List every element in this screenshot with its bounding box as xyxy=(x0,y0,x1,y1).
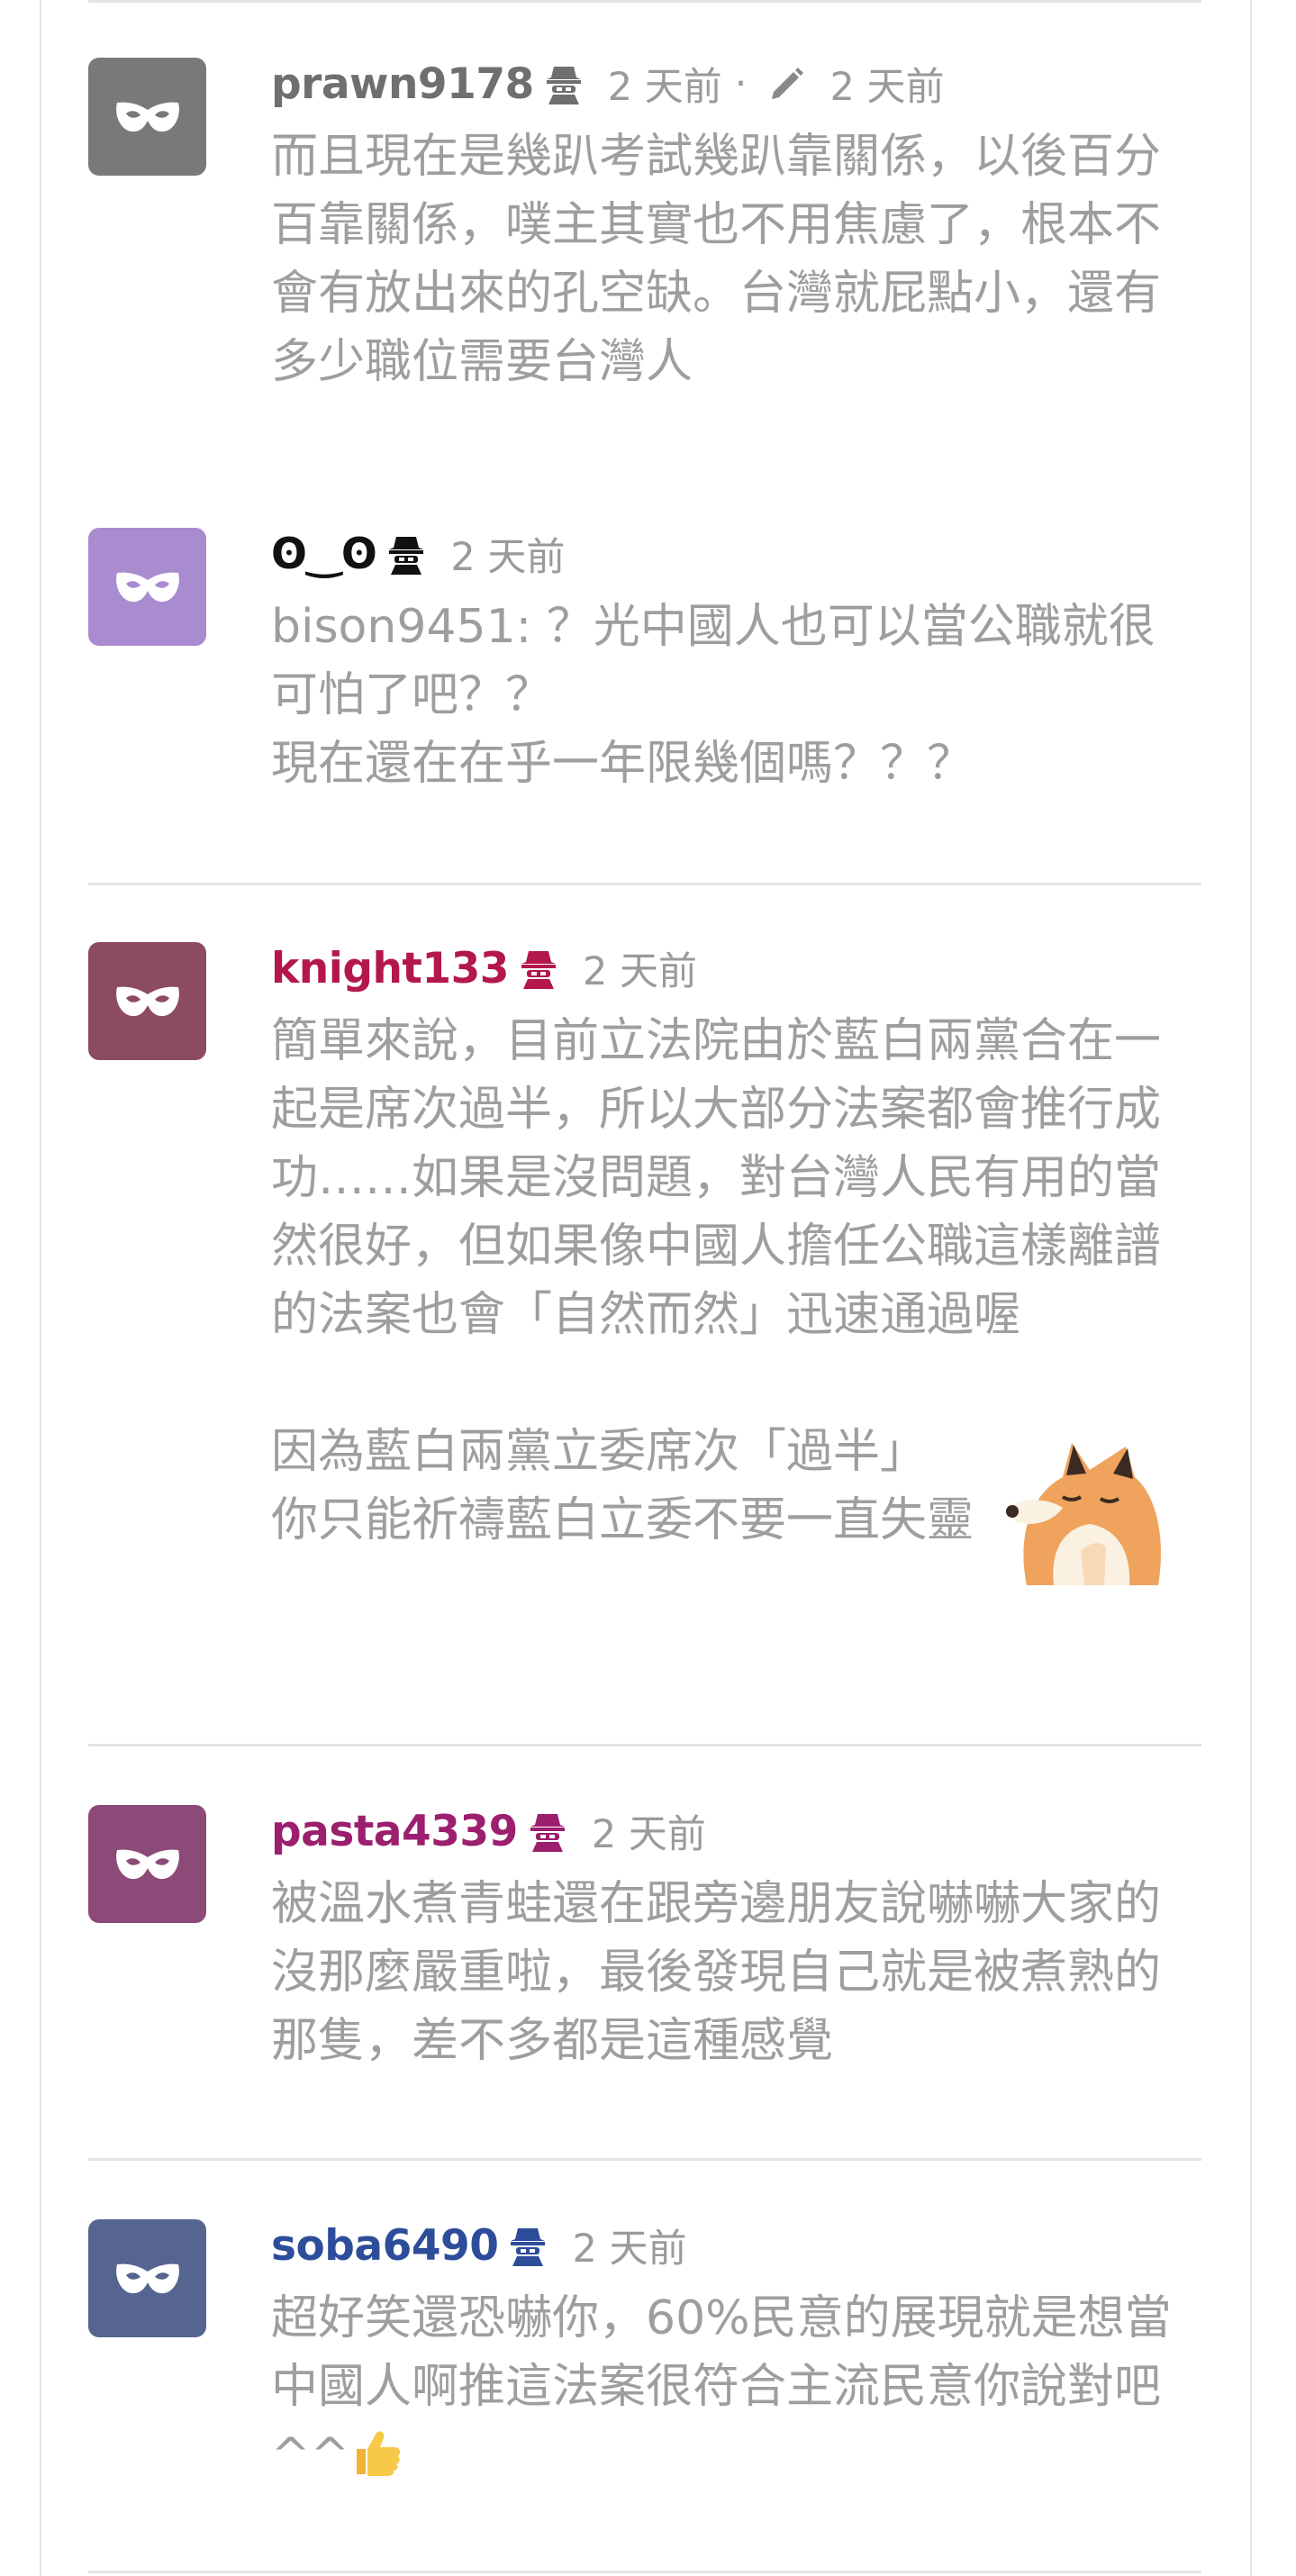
anonymous-hat-icon xyxy=(509,2225,547,2266)
timestamp: 2 天前 xyxy=(572,2227,687,2272)
comment-content: soba6490 2 天前 超好笑還恐嚇你，60%民意的展現就是想當中國人啊推這… xyxy=(271,2219,1199,2490)
mask-icon xyxy=(115,102,179,132)
username[interactable]: soba6490 xyxy=(271,2221,499,2271)
fox-sticker xyxy=(1000,1434,1169,1585)
divider xyxy=(88,883,1201,885)
comment-meta: soba6490 2 天前 xyxy=(271,2219,1199,2272)
comment-text-wrapper: 超好笑還恐嚇你，60%民意的展現就是想當中國人啊推這法案很符合主流民意你說對吧^… xyxy=(271,2284,1190,2490)
meta-separator: · xyxy=(734,61,748,106)
username[interactable]: prawn9178 xyxy=(271,59,534,109)
mask-icon xyxy=(115,1849,179,1879)
comment-meta: pasta4339 2 天前 xyxy=(271,1805,1199,1858)
avatar[interactable] xyxy=(88,1805,206,1923)
comment-meta: knight133 2 天前 xyxy=(271,942,1199,995)
username[interactable]: ʘ‿ʘ xyxy=(271,530,377,579)
username[interactable]: pasta4339 xyxy=(271,1807,518,1856)
comment-content: pasta4339 2 天前 被溫水煮青蛙還在跟旁邊朋友說嚇嚇大家的沒那麼嚴重啦… xyxy=(271,1805,1199,2075)
anonymous-hat-icon xyxy=(545,63,583,104)
timestamp: 2 天前 xyxy=(450,535,566,580)
comment-text: 超好笑還恐嚇你，60%民意的展現就是想當中國人啊推這法案很符合主流民意你說對吧^… xyxy=(271,2291,1172,2482)
mask-icon xyxy=(115,2263,179,2293)
mask-icon xyxy=(115,572,179,602)
timestamp: 2 天前 xyxy=(583,949,698,994)
comment-content: ʘ‿ʘ 2 天前 bison9451: ？光中國人也可以當公職就很可怕了吧？？ … xyxy=(271,528,1199,798)
thumbs-up-emoji xyxy=(349,2426,402,2478)
comment-meta: ʘ‿ʘ 2 天前 xyxy=(271,528,1199,581)
comment-text: 被溫水煮青蛙還在跟旁邊朋友說嚇嚇大家的沒那麼嚴重啦，最後發現自己就是被煮熟的那隻… xyxy=(271,1877,1162,2068)
avatar[interactable] xyxy=(88,528,206,646)
timestamp: 2 天前 xyxy=(607,65,722,110)
avatar[interactable] xyxy=(88,942,206,1060)
pencil-icon xyxy=(768,65,806,103)
divider xyxy=(88,2571,1201,2573)
anonymous-hat-icon xyxy=(529,1810,566,1852)
divider xyxy=(88,0,1201,3)
avatar[interactable] xyxy=(88,58,206,176)
comment-text: 而且現在是幾趴考試幾趴靠關係，以後百分百靠關係，噗主其實也不用焦慮了，根本不會有… xyxy=(271,130,1162,389)
comment-text: bison9451: ？光中國人也可以當公職就很可怕了吧？？ 現在還在在乎一年限… xyxy=(271,600,1156,791)
comment-content: prawn9178 2 天前 · 2 天前 而且現在是幾趴考試幾趴靠關係，以後百… xyxy=(271,58,1199,396)
edited-timestamp: 2 天前 xyxy=(829,65,945,110)
anonymous-hat-icon xyxy=(520,948,557,989)
avatar[interactable] xyxy=(88,2219,206,2337)
timestamp: 2 天前 xyxy=(591,1812,706,1857)
anonymous-hat-icon xyxy=(387,533,425,575)
divider xyxy=(88,2158,1201,2161)
mask-icon xyxy=(115,986,179,1016)
divider xyxy=(88,1744,1201,1746)
comment-meta: prawn9178 2 天前 · 2 天前 xyxy=(271,58,1199,111)
username[interactable]: knight133 xyxy=(271,944,510,993)
